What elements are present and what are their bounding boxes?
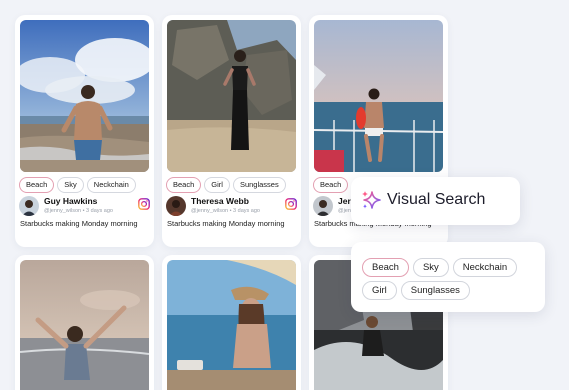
post-caption: Starbucks making Monday morning: [167, 219, 285, 228]
tag-list: Beach Girl Sunglasses: [166, 177, 286, 193]
visual-search-label: Visual Search: [387, 191, 486, 208]
tag-chip[interactable]: Sky: [57, 177, 84, 193]
author-row: Theresa Webb @jenny_wilson • 3 days ago: [166, 195, 297, 219]
tag-chip-sunglasses[interactable]: Sunglasses: [400, 281, 470, 300]
tag-chip[interactable]: Beach: [166, 177, 202, 193]
post-photo[interactable]: [314, 20, 443, 172]
instagram-icon[interactable]: [138, 197, 150, 210]
author-name[interactable]: Jer: [338, 196, 351, 206]
post-card[interactable]: [15, 255, 154, 390]
post-caption: Starbucks making Monday morning: [20, 219, 138, 228]
avatar[interactable]: [166, 196, 186, 216]
author-meta: @jenny_wilson • 3 days ago: [191, 208, 260, 214]
avatar[interactable]: [313, 196, 333, 216]
tag-list: Beach: [313, 177, 349, 193]
tag-chip[interactable]: Neckchain: [86, 177, 136, 193]
tag-chip-sky[interactable]: Sky: [412, 258, 449, 277]
author-meta: @jenny_wilson • 3 days ago: [44, 208, 113, 214]
tag-chip-neckchain[interactable]: Neckchain: [452, 258, 518, 277]
post-photo[interactable]: [20, 260, 149, 390]
post-photo[interactable]: [167, 260, 296, 390]
visual-search-button[interactable]: Visual Search: [351, 177, 520, 225]
instagram-icon[interactable]: [285, 197, 297, 210]
detected-tags-panel: Beach Sky Neckchain Girl Sunglasses: [351, 242, 545, 312]
post-card[interactable]: [162, 255, 301, 390]
author-row: Guy Hawkins @jenny_wilson • 3 days ago: [19, 195, 150, 219]
tag-list: Beach Sky Neckchain: [19, 177, 136, 193]
tag-chip[interactable]: Beach: [19, 177, 55, 193]
tag-chip[interactable]: Beach: [313, 177, 349, 193]
post-card[interactable]: Beach Girl Sunglasses Theresa Webb @jenn…: [162, 15, 301, 247]
sparkle-icon: [360, 189, 382, 211]
author-name[interactable]: Guy Hawkins: [44, 196, 97, 206]
avatar[interactable]: [19, 196, 39, 216]
tag-chip[interactable]: Sunglasses: [232, 177, 286, 193]
post-card[interactable]: Beach Sky Neckchain Guy Hawkins @jenny_w…: [15, 15, 154, 247]
post-photo[interactable]: [167, 20, 296, 172]
author-name[interactable]: Theresa Webb: [191, 196, 249, 206]
post-photo[interactable]: [20, 20, 149, 172]
tag-chip-girl[interactable]: Girl: [362, 281, 397, 300]
tag-chip[interactable]: Girl: [204, 177, 230, 193]
tag-chip-beach[interactable]: Beach: [362, 258, 409, 277]
